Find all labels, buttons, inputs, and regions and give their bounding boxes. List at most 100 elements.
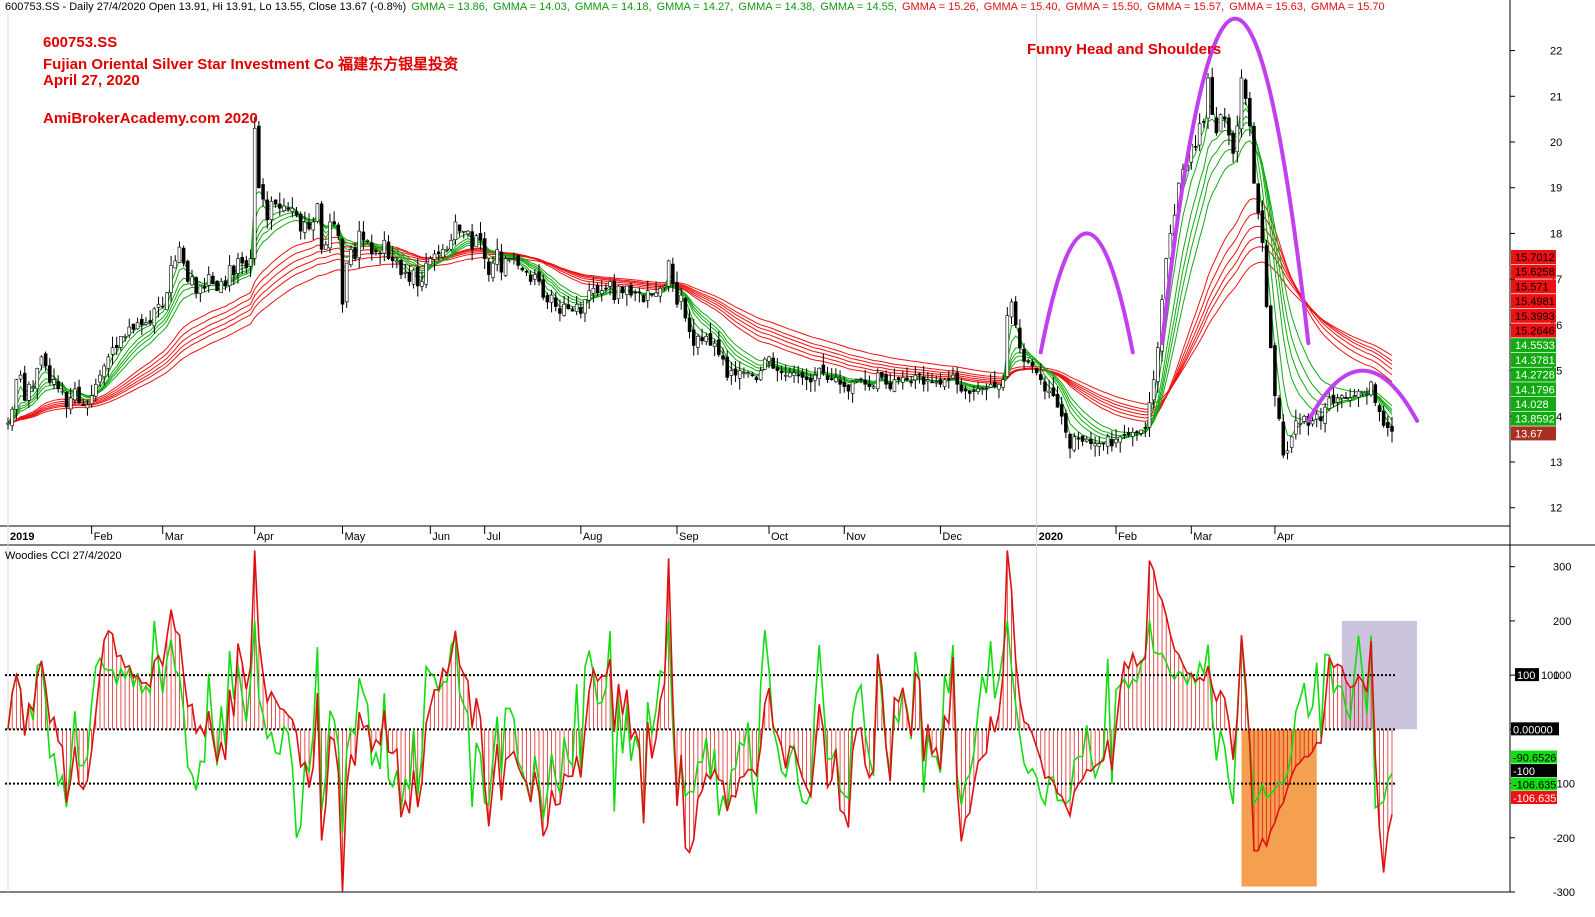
candle-body	[700, 337, 704, 342]
chart-root: 2019 Feb Mar Apr May Jun Jul Aug Sep Oct Nov Dec 202…	[0, 0, 1595, 912]
month-label: Nov	[846, 531, 866, 543]
candle-body	[1273, 345, 1277, 397]
month-label: Jun	[432, 531, 450, 543]
candle-body	[520, 267, 525, 271]
candle-body	[328, 221, 332, 249]
candle-body	[829, 378, 834, 381]
candle-body	[712, 342, 717, 347]
candle-body	[206, 274, 211, 286]
candle-body	[1147, 402, 1152, 428]
candle-body	[89, 395, 94, 405]
gmma-value: GMMA = 15.40,	[983, 1, 1061, 13]
cci-tick-label: -200	[1553, 833, 1575, 845]
gmma-value: GMMA = 15.50,	[1065, 1, 1143, 13]
candle-body	[654, 292, 658, 297]
candle-body	[1126, 432, 1131, 435]
candle-body	[261, 184, 265, 200]
candle-body	[395, 260, 399, 263]
candle-body	[294, 211, 299, 216]
candle-body	[144, 322, 148, 325]
candle-body	[332, 221, 336, 225]
candle-body	[303, 221, 307, 233]
candle-body	[135, 322, 140, 330]
candle-body	[365, 239, 370, 242]
candle-body	[896, 377, 901, 381]
candle-body	[357, 230, 361, 258]
candle-body	[587, 290, 591, 301]
candle-body	[6, 422, 10, 425]
candle-body	[545, 295, 550, 303]
candle-body	[1294, 420, 1298, 435]
value-label: 15.4981	[1515, 296, 1555, 308]
candle-body	[370, 242, 374, 255]
candle-body	[917, 373, 922, 376]
candle-body	[378, 252, 382, 255]
candle-body	[1252, 125, 1256, 184]
candle-body	[236, 258, 240, 274]
candle-body	[821, 364, 826, 374]
candle-body	[754, 377, 759, 381]
candle-body	[1076, 437, 1081, 440]
candle-body	[675, 282, 679, 305]
candle-body	[1310, 420, 1315, 425]
candle-body	[449, 239, 453, 250]
candle-body	[846, 385, 851, 392]
candle-body	[516, 255, 520, 266]
candle-body	[679, 294, 683, 302]
candle-body	[1013, 301, 1018, 326]
candle-body	[834, 377, 838, 382]
pattern-annotation: Funny Head and Shoulders	[1027, 41, 1222, 58]
candle-body	[988, 383, 993, 388]
candle-body	[491, 262, 495, 278]
candle-body	[64, 391, 69, 408]
candle-body	[1344, 397, 1348, 399]
candle-body	[27, 383, 31, 401]
candle-body	[1277, 397, 1281, 419]
candle-body	[265, 199, 270, 221]
candle-body	[31, 386, 35, 388]
candle-body	[35, 367, 40, 390]
candle-body	[725, 356, 729, 378]
candle-body	[240, 257, 244, 264]
candle-body	[1390, 426, 1394, 432]
candle-body	[813, 374, 817, 381]
candle-body	[884, 374, 888, 385]
candle-body	[570, 309, 575, 312]
candle-body	[1319, 416, 1323, 422]
candle-body	[194, 277, 198, 294]
candle-body	[930, 381, 934, 384]
candle-body	[595, 285, 600, 294]
candle-body	[269, 201, 274, 220]
candle-body	[842, 381, 847, 387]
candle-body	[315, 203, 320, 222]
candle-body	[432, 253, 437, 260]
candle-body	[499, 251, 504, 273]
candle-body	[750, 374, 755, 376]
month-label: Feb	[1118, 531, 1137, 543]
candle-body	[863, 379, 867, 385]
gmma-value: GMMA = 15.70	[1310, 1, 1385, 13]
candle-body	[1323, 406, 1327, 424]
candle-body	[1093, 443, 1097, 447]
candle-body	[466, 230, 470, 235]
candle-body	[1356, 390, 1361, 398]
candle-body	[947, 378, 951, 381]
value-label: 15.2646	[1515, 326, 1555, 338]
candle-body	[1360, 390, 1365, 393]
candle-body	[696, 335, 700, 348]
candle-body	[926, 379, 930, 382]
candle-body	[403, 271, 407, 274]
candle-body	[637, 291, 642, 294]
candle-body	[913, 374, 918, 381]
candle-body	[1068, 433, 1072, 449]
site-annotation: AmiBrokerAcademy.com 2020	[43, 110, 258, 127]
candle-body	[1030, 362, 1035, 367]
candle-body	[14, 379, 19, 410]
candle-body	[1143, 427, 1148, 429]
candle-body	[1101, 442, 1106, 445]
cci-label: 100	[1541, 670, 1559, 682]
candle-body	[800, 372, 805, 378]
candle-body	[658, 287, 663, 297]
price-tick-label: 13	[1550, 457, 1562, 469]
candle-body	[22, 372, 27, 401]
